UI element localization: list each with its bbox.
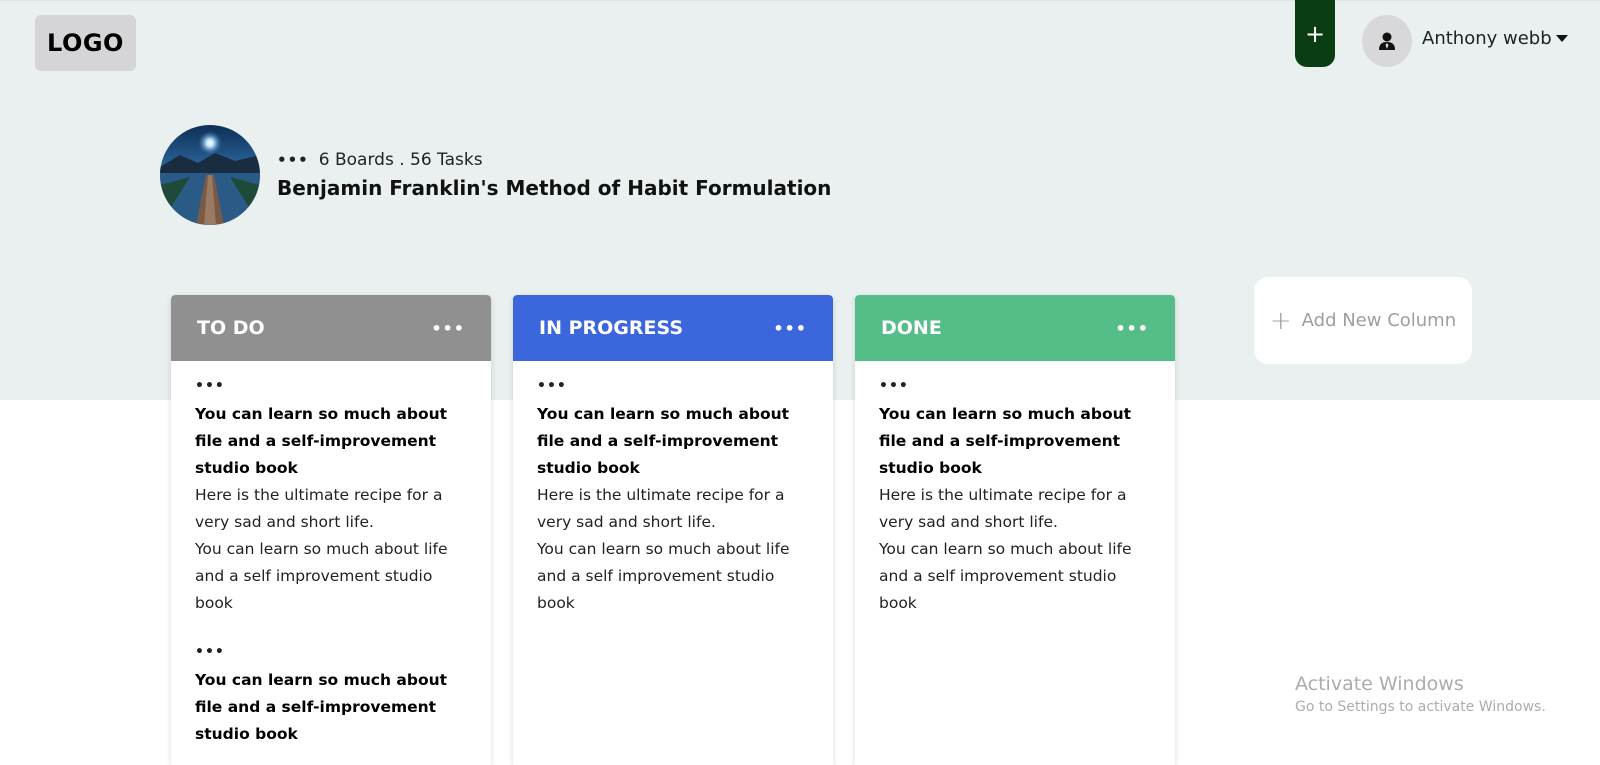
- task-card[interactable]: ••• You can learn so much about file and…: [195, 643, 467, 748]
- column-options-icon[interactable]: •••: [773, 319, 807, 338]
- card-text: Here is the ultimate recipe for a very s…: [537, 486, 785, 531]
- column-header: TO DO •••: [171, 295, 491, 361]
- board-meta: ••• 6 Boards . 56 Tasks: [277, 150, 483, 170]
- logo[interactable]: LOGO: [35, 15, 136, 71]
- user-name: Anthony webb: [1422, 28, 1552, 49]
- column-body: ••• You can learn so much about file and…: [171, 361, 491, 748]
- column-options-icon[interactable]: •••: [1115, 319, 1149, 338]
- card-options-icon[interactable]: •••: [537, 377, 809, 395]
- task-card[interactable]: ••• You can learn so much about file and…: [879, 377, 1151, 617]
- add-new-column-button[interactable]: + Add New Column: [1254, 277, 1472, 364]
- column-header: IN PROGRESS •••: [513, 295, 833, 361]
- column-body: ••• You can learn so much about file and…: [513, 361, 833, 617]
- card-title: You can learn so much about file and a s…: [195, 671, 448, 743]
- card-text: You can learn so much about life and a s…: [195, 540, 448, 612]
- card-options-icon[interactable]: •••: [879, 377, 1151, 395]
- column-options-icon[interactable]: •••: [431, 319, 465, 338]
- card-title: You can learn so much about file and a s…: [879, 405, 1132, 477]
- plus-icon: +: [1304, 19, 1326, 48]
- activate-windows-watermark: Activate Windows Go to Settings to activ…: [1295, 673, 1546, 715]
- board-title: Benjamin Franklin's Method of Habit Form…: [277, 176, 832, 200]
- column-done: DONE ••• ••• You can learn so much about…: [855, 295, 1175, 765]
- card-text: You can learn so much about life and a s…: [537, 540, 790, 612]
- column-title: TO DO: [197, 317, 265, 339]
- watermark-title: Activate Windows: [1295, 673, 1464, 695]
- card-text: Here is the ultimate recipe for a very s…: [195, 486, 443, 531]
- card-title: You can learn so much about file and a s…: [537, 405, 790, 477]
- card-text: Here is the ultimate recipe for a very s…: [879, 486, 1127, 531]
- card-options-icon[interactable]: •••: [195, 377, 467, 395]
- board-stats: 6 Boards . 56 Tasks: [318, 150, 483, 170]
- add-new-column-label: Add New Column: [1301, 310, 1457, 331]
- user-icon: [1379, 32, 1395, 50]
- card-options-icon[interactable]: •••: [195, 643, 467, 661]
- board-avatar: [160, 125, 260, 225]
- column-title: IN PROGRESS: [539, 317, 684, 339]
- add-button[interactable]: +: [1295, 0, 1335, 67]
- card-title: You can learn so much about file and a s…: [195, 405, 448, 477]
- card-text: You can learn so much about life and a s…: [879, 540, 1132, 612]
- caret-down-icon: [1555, 34, 1568, 42]
- board-options-icon[interactable]: •••: [277, 152, 309, 168]
- column-body: ••• You can learn so much about file and…: [855, 361, 1175, 617]
- column-header: DONE •••: [855, 295, 1175, 361]
- column-title: DONE: [881, 317, 942, 339]
- task-card[interactable]: ••• You can learn so much about file and…: [195, 377, 467, 617]
- user-menu[interactable]: Anthony webb: [1422, 28, 1568, 49]
- column-in-progress: IN PROGRESS ••• ••• You can learn so muc…: [513, 295, 833, 765]
- watermark-subtitle: Go to Settings to activate Windows.: [1295, 699, 1546, 715]
- plus-icon: +: [1269, 305, 1292, 336]
- column-todo: TO DO ••• ••• You can learn so much abou…: [171, 295, 491, 765]
- user-avatar[interactable]: [1362, 15, 1412, 67]
- task-card[interactable]: ••• You can learn so much about file and…: [537, 377, 809, 617]
